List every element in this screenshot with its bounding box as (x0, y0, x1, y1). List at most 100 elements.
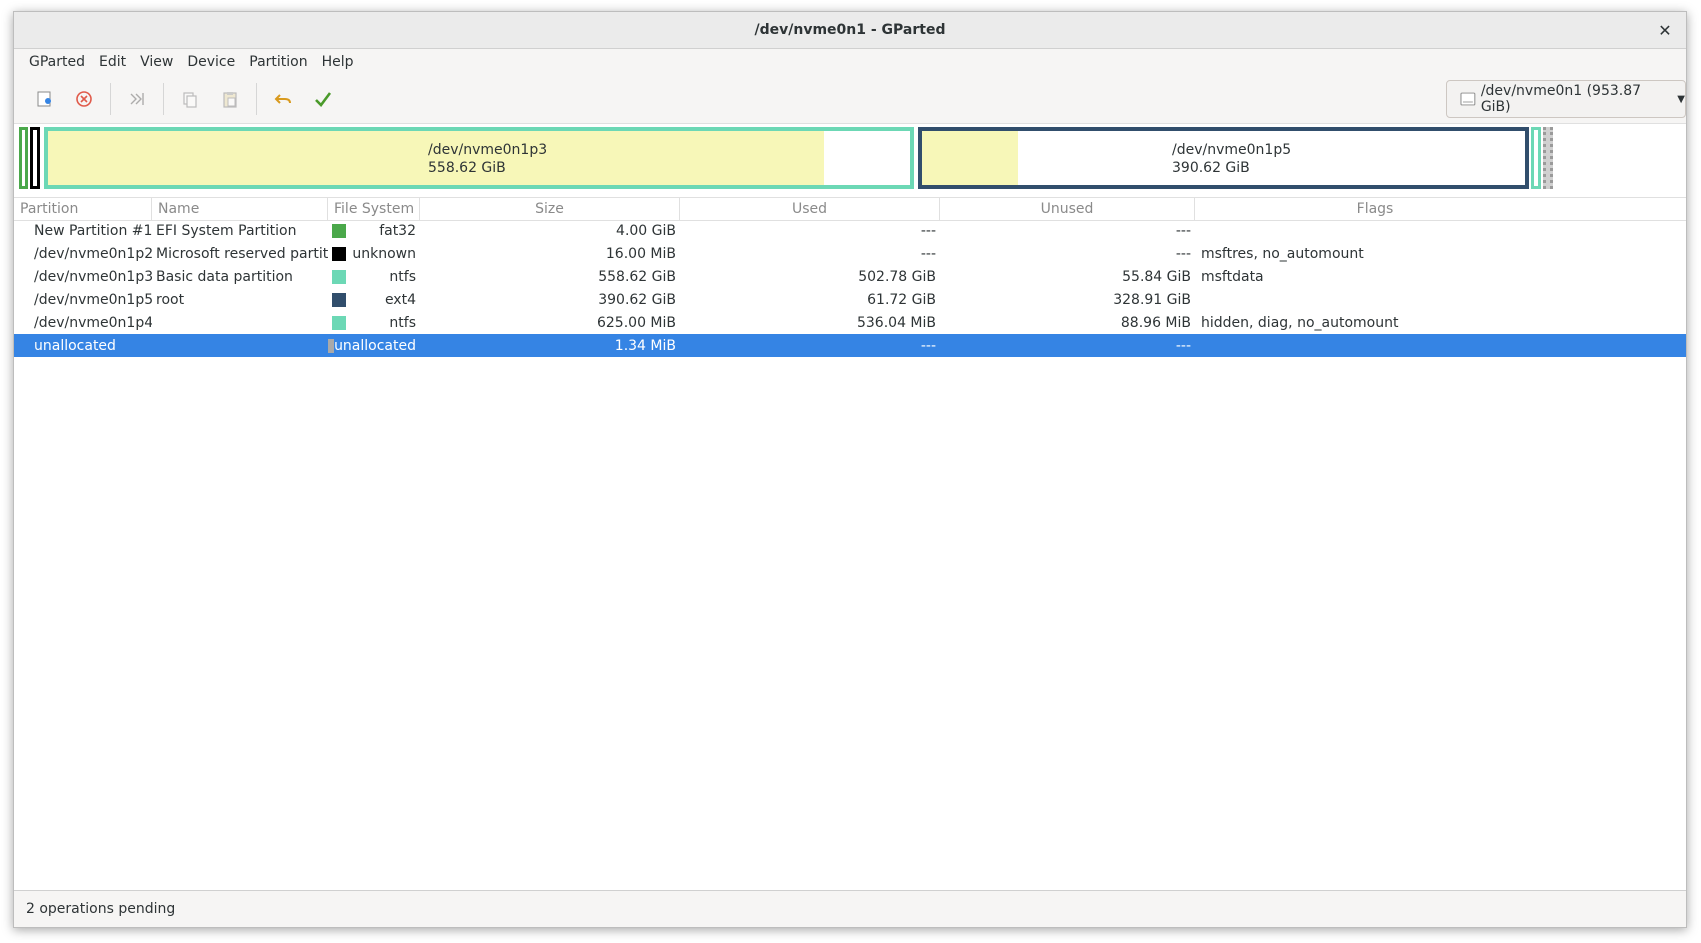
gparted-window: /dev/nvme0n1 - GParted ✕ GParted Edit Vi… (13, 11, 1687, 928)
table-row[interactable]: /dev/nvme0n1p3 Basic data partition ntfs… (14, 265, 1686, 288)
name-cell: root (156, 291, 185, 308)
device-selector-label: /dev/nvme0n1 (953.87 GiB) (1480, 83, 1642, 115)
used-cell: --- (920, 337, 936, 354)
disk-segment-p3-size: 558.62 GiB (428, 160, 506, 176)
size-cell: 16.00 MiB (605, 245, 676, 262)
toolbar: /dev/nvme0n1 (953.87 GiB) ▼ (14, 74, 1686, 124)
partition-cell: New Partition #1 (34, 222, 152, 239)
menu-device[interactable]: Device (180, 54, 242, 70)
disk-segment-p5-name: /dev/nvme0n1p5 (1172, 142, 1292, 158)
used-cell: --- (920, 245, 936, 262)
column-used[interactable]: Used (680, 198, 940, 220)
column-flags[interactable]: Flags (1195, 198, 1555, 220)
name-cell: EFI System Partition (156, 222, 297, 239)
filesystem-cell: ntfs (389, 268, 416, 285)
partition-cell: /dev/nvme0n1p5 (34, 291, 152, 308)
flags-cell: hidden, diag, no_automount (1201, 314, 1399, 331)
unused-cell: --- (1175, 337, 1191, 354)
title-bar: /dev/nvme0n1 - GParted ✕ (14, 12, 1686, 49)
disk-segment-msr[interactable] (30, 127, 40, 189)
disk-segment-p5[interactable]: /dev/nvme0n1p5 390.62 GiB (918, 127, 1529, 189)
resize-move-button[interactable] (117, 81, 157, 117)
unused-cell: --- (1175, 245, 1191, 262)
flags-cell: msftdata (1201, 268, 1264, 285)
flags-cell: msftres, no_automount (1201, 245, 1364, 262)
filesystem-color-swatch (332, 315, 346, 330)
disk-segment-unallocated[interactable] (1543, 127, 1553, 189)
disk-segment-p3[interactable]: /dev/nvme0n1p3 558.62 GiB (44, 127, 914, 189)
partition-cell: /dev/nvme0n1p2 (34, 245, 152, 262)
disk-segment-p3-label: /dev/nvme0n1p3 558.62 GiB (428, 141, 547, 177)
used-cell: 502.78 GiB (858, 268, 936, 285)
column-unused[interactable]: Unused (940, 198, 1195, 220)
name-cell: Microsoft reserved partition (156, 245, 328, 262)
undo-button[interactable] (263, 81, 303, 117)
paste-button[interactable] (210, 81, 250, 117)
disk-segment-efi[interactable] (19, 127, 28, 189)
drive-icon (1460, 92, 1476, 106)
table-row[interactable]: /dev/nvme0n1p4 ntfs 625.00 MiB 536.04 Mi… (14, 311, 1686, 334)
menu-edit[interactable]: Edit (92, 54, 133, 70)
toolbar-separator (163, 82, 164, 115)
status-bar: 2 operations pending (14, 890, 1686, 927)
undo-icon (274, 93, 291, 104)
window-title: /dev/nvme0n1 - GParted (754, 22, 946, 38)
toolbar-separator (256, 82, 257, 115)
paste-icon (223, 91, 237, 108)
partition-cell: /dev/nvme0n1p4 (34, 314, 152, 331)
partition-cell: /dev/nvme0n1p3 (34, 268, 152, 285)
unused-cell: 88.96 MiB (1120, 314, 1191, 331)
used-cell: 536.04 MiB (856, 314, 936, 331)
new-partition-icon (37, 91, 51, 106)
menu-help[interactable]: Help (315, 54, 361, 70)
filesystem-color-swatch (332, 292, 346, 307)
table-row[interactable]: /dev/nvme0n1p5 root ext4 390.62 GiB 61.7… (14, 288, 1686, 311)
table-row[interactable]: /dev/nvme0n1p2 Microsoft reserved partit… (14, 242, 1686, 265)
disk-segment-p4[interactable] (1531, 127, 1541, 189)
filesystem-cell: fat32 (379, 222, 416, 239)
filesystem-cell: ext4 (384, 291, 416, 308)
disk-segment-p5-label: /dev/nvme0n1p5 390.62 GiB (1172, 141, 1291, 177)
partition-cell: unallocated (34, 337, 116, 354)
apply-button[interactable] (303, 81, 343, 117)
disk-segment-p5-used (922, 131, 1019, 185)
filesystem-cell: unknown (352, 245, 416, 262)
used-cell: 61.72 GiB (867, 291, 936, 308)
column-filesystem[interactable]: File System (328, 198, 420, 220)
filesystem-color-swatch (332, 246, 346, 261)
column-size[interactable]: Size (420, 198, 680, 220)
close-icon[interactable]: ✕ (1654, 19, 1676, 41)
filesystem-color-swatch (332, 223, 346, 238)
filesystem-cell: unallocated (334, 337, 416, 354)
table-row-selected[interactable]: unallocated unallocated 1.34 MiB --- --- (14, 334, 1686, 357)
unused-cell: 55.84 GiB (1122, 268, 1191, 285)
filesystem-cell: ntfs (389, 314, 416, 331)
menu-view[interactable]: View (133, 54, 180, 70)
used-cell: --- (920, 222, 936, 239)
size-cell: 558.62 GiB (598, 268, 676, 285)
delete-button[interactable] (64, 81, 104, 117)
device-selector[interactable]: /dev/nvme0n1 (953.87 GiB) ▼ (1446, 80, 1686, 118)
column-partition[interactable]: Partition (14, 198, 152, 220)
size-cell: 390.62 GiB (598, 291, 676, 308)
resize-move-icon (130, 92, 144, 105)
column-name[interactable]: Name (152, 198, 328, 220)
chevron-down-icon: ▼ (1677, 93, 1685, 105)
filesystem-color-swatch (332, 269, 346, 284)
table-row[interactable]: New Partition #1 EFI System Partition fa… (14, 219, 1686, 242)
copy-button[interactable] (170, 81, 210, 117)
unused-cell: 328.91 GiB (1113, 291, 1191, 308)
menu-bar: GParted Edit View Device Partition Help (14, 49, 1686, 74)
disk-segment-p5-size: 390.62 GiB (1172, 160, 1250, 176)
partition-table: New Partition #1 EFI System Partition fa… (14, 219, 1686, 357)
size-cell: 1.34 MiB (614, 337, 676, 354)
unused-cell: --- (1175, 222, 1191, 239)
new-partition-button[interactable] (24, 81, 64, 117)
menu-gparted[interactable]: GParted (22, 54, 92, 70)
disk-segment-p3-name: /dev/nvme0n1p3 (428, 142, 548, 158)
copy-icon (183, 91, 197, 108)
menu-partition[interactable]: Partition (242, 54, 314, 70)
size-cell: 4.00 GiB (616, 222, 676, 239)
apply-icon (315, 91, 332, 107)
name-cell: Basic data partition (156, 268, 293, 285)
